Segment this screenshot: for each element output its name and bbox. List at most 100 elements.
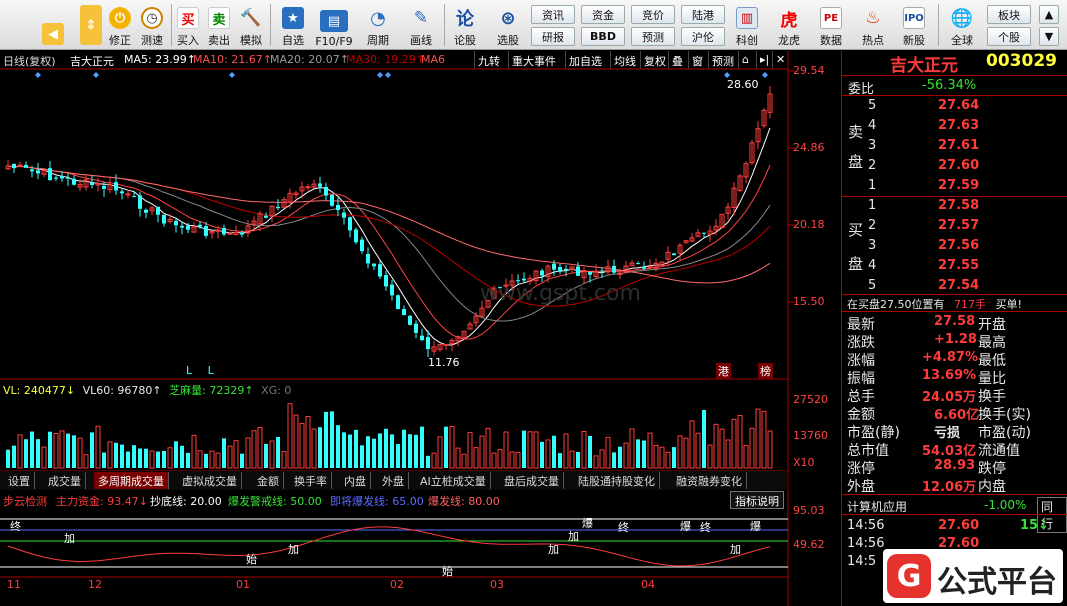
up-down-button[interactable]: ⇕ bbox=[80, 2, 102, 48]
sell-level-price[interactable]: 27.61 bbox=[938, 138, 979, 153]
indicator-header: 步云检测 主力资金: 93.47↓ 抄底线: 20.00 爆发警戒线: 50.0… bbox=[0, 491, 788, 509]
tab-volume[interactable]: 成交量 bbox=[44, 472, 86, 489]
ipo-icon: IPO bbox=[903, 7, 925, 29]
indicator-signal-tag: 终 bbox=[618, 521, 629, 534]
date-tick: 02 bbox=[390, 578, 404, 591]
candle-body bbox=[144, 209, 148, 213]
volume-bar bbox=[444, 426, 448, 468]
notice-qty: 717手 bbox=[954, 298, 986, 311]
tab-ai-volume[interactable]: AI立桩成交量 bbox=[416, 472, 491, 489]
scroll-up-button[interactable]: ▲ bbox=[1039, 5, 1059, 24]
ipo-button[interactable]: IPO 新股 bbox=[896, 2, 932, 48]
volume-bar bbox=[269, 440, 275, 469]
hk-tag[interactable]: 港 bbox=[716, 363, 731, 379]
date-tick: 04 bbox=[641, 578, 655, 591]
forecast-button[interactable]: 预测 bbox=[631, 27, 675, 46]
back-button[interactable]: ◀ bbox=[38, 2, 68, 48]
tab-amount[interactable]: 金额 bbox=[253, 472, 284, 489]
buy-button[interactable]: 买 买入 bbox=[174, 2, 202, 48]
volume-bar bbox=[264, 443, 268, 468]
tab-turnover[interactable]: 换手率 bbox=[290, 472, 332, 489]
stock-button[interactable]: 个股 bbox=[987, 27, 1031, 46]
tab-multi-period-volume[interactable]: 多周期成交量 bbox=[94, 472, 169, 489]
sell-level-price[interactable]: 27.60 bbox=[938, 158, 979, 173]
tab-virtual-volume[interactable]: 虚拟成交量 bbox=[178, 472, 242, 489]
tab-settings[interactable]: 设置 bbox=[4, 472, 35, 489]
f10-button[interactable]: ▤ F10/F9 bbox=[314, 2, 354, 48]
auction-button[interactable]: 竞价 bbox=[631, 5, 675, 24]
kline-chart[interactable] bbox=[0, 51, 841, 606]
global-button[interactable]: 🌐 全球 bbox=[943, 2, 981, 48]
divider bbox=[842, 196, 1067, 197]
low-price-mark: 11.76 bbox=[428, 356, 460, 369]
stat-value: +1.28 bbox=[934, 332, 977, 347]
hotspot-button[interactable]: ♨ 热点 bbox=[856, 2, 890, 48]
bbd-button[interactable]: BBD bbox=[581, 27, 625, 46]
period-button[interactable]: ◔ 周期 bbox=[360, 2, 396, 48]
select-stock-button[interactable]: ⊛ 选股 bbox=[488, 2, 528, 48]
tab-after-hours[interactable]: 盘后成交量 bbox=[500, 472, 564, 489]
tab-inner[interactable]: 内盘 bbox=[340, 472, 371, 489]
quote-panel: 吉大正元 003029 委比 -56.34% 卖 盘 买 盘 在买盘27.50位… bbox=[841, 51, 1067, 606]
data-button[interactable]: PE 数据 bbox=[814, 2, 848, 48]
volume-bar bbox=[767, 430, 773, 469]
discuss-label: 论股 bbox=[454, 34, 476, 47]
divider bbox=[842, 311, 1067, 312]
event-marker bbox=[229, 72, 235, 78]
volume-bar bbox=[126, 451, 130, 468]
volume-bar bbox=[702, 410, 706, 468]
buy-level-price[interactable]: 27.54 bbox=[938, 278, 979, 293]
volume-bar bbox=[612, 452, 616, 468]
indicator-signal-tag: 终 bbox=[10, 520, 21, 533]
buy-level-price[interactable]: 27.56 bbox=[938, 238, 979, 253]
buy-level-price[interactable]: 27.55 bbox=[938, 258, 979, 273]
candle-body bbox=[180, 225, 184, 228]
candle-body bbox=[120, 191, 124, 194]
volume-bar bbox=[467, 431, 473, 469]
scroll-down-button[interactable]: ▼ bbox=[1039, 27, 1059, 46]
event-marker bbox=[93, 72, 99, 78]
volume-bar bbox=[605, 436, 611, 469]
buy-level-price[interactable]: 27.58 bbox=[938, 198, 979, 213]
buy-level-price[interactable]: 27.57 bbox=[938, 218, 979, 233]
volume-bar bbox=[66, 433, 70, 468]
tab-outer[interactable]: 外盘 bbox=[378, 472, 409, 489]
tab-hk-holding[interactable]: 陆股通持股变化 bbox=[574, 472, 660, 489]
sell-level-price[interactable]: 27.59 bbox=[938, 178, 979, 193]
volume-bar bbox=[408, 434, 412, 468]
candle-body bbox=[174, 220, 178, 226]
watchlist-button[interactable]: ★ 自选 bbox=[276, 2, 310, 48]
hk-connect-button[interactable]: 陆港 bbox=[681, 5, 725, 24]
volume-bar bbox=[581, 431, 587, 469]
sector-button[interactable]: 板块 bbox=[987, 5, 1031, 24]
volume-bar bbox=[659, 446, 665, 469]
draw-line-button[interactable]: ✎ 画线 bbox=[402, 2, 440, 48]
warning-line-label: 爆发警戒线: 50.00 bbox=[228, 495, 322, 508]
volume-bar bbox=[132, 445, 136, 468]
volume-bar bbox=[390, 434, 394, 468]
candle-body bbox=[390, 284, 394, 296]
fix-button[interactable]: ⏻ 修正 bbox=[106, 2, 134, 48]
indicator-help-button[interactable]: 指标说明 bbox=[730, 491, 784, 509]
sell-button[interactable]: 卖 卖出 bbox=[205, 2, 233, 48]
candle-body bbox=[642, 266, 646, 269]
rank-tag[interactable]: 榜 bbox=[758, 363, 773, 379]
toolbar-divider bbox=[171, 4, 172, 46]
sell-level-price[interactable]: 27.63 bbox=[938, 118, 979, 133]
kline-button[interactable]: ▥ 科创 bbox=[730, 2, 764, 48]
main-fund-label: 主力资金: 93.47↓ bbox=[56, 495, 148, 508]
funds-button[interactable]: 资金 bbox=[581, 5, 625, 24]
research-button[interactable]: 研报 bbox=[531, 27, 575, 46]
sell-level-price[interactable]: 27.64 bbox=[938, 98, 979, 113]
industry-name[interactable]: 计算机应用 bbox=[847, 498, 907, 515]
sh-london-button[interactable]: 沪伦 bbox=[681, 27, 725, 46]
candle-body bbox=[372, 263, 376, 267]
dragon-tiger-button[interactable]: 虎 龙虎 bbox=[772, 2, 806, 48]
discuss-button[interactable]: 论 论股 bbox=[448, 2, 482, 48]
simulate-button[interactable]: 🔨 模拟 bbox=[237, 2, 265, 48]
tab-margin[interactable]: 融资融券变化 bbox=[672, 472, 747, 489]
pencil-icon: ✎ bbox=[413, 8, 429, 28]
news-button[interactable]: 资讯 bbox=[531, 5, 575, 24]
speed-test-button[interactable]: ◷ 测速 bbox=[138, 2, 166, 48]
f10-icon: ▤ bbox=[320, 10, 348, 32]
